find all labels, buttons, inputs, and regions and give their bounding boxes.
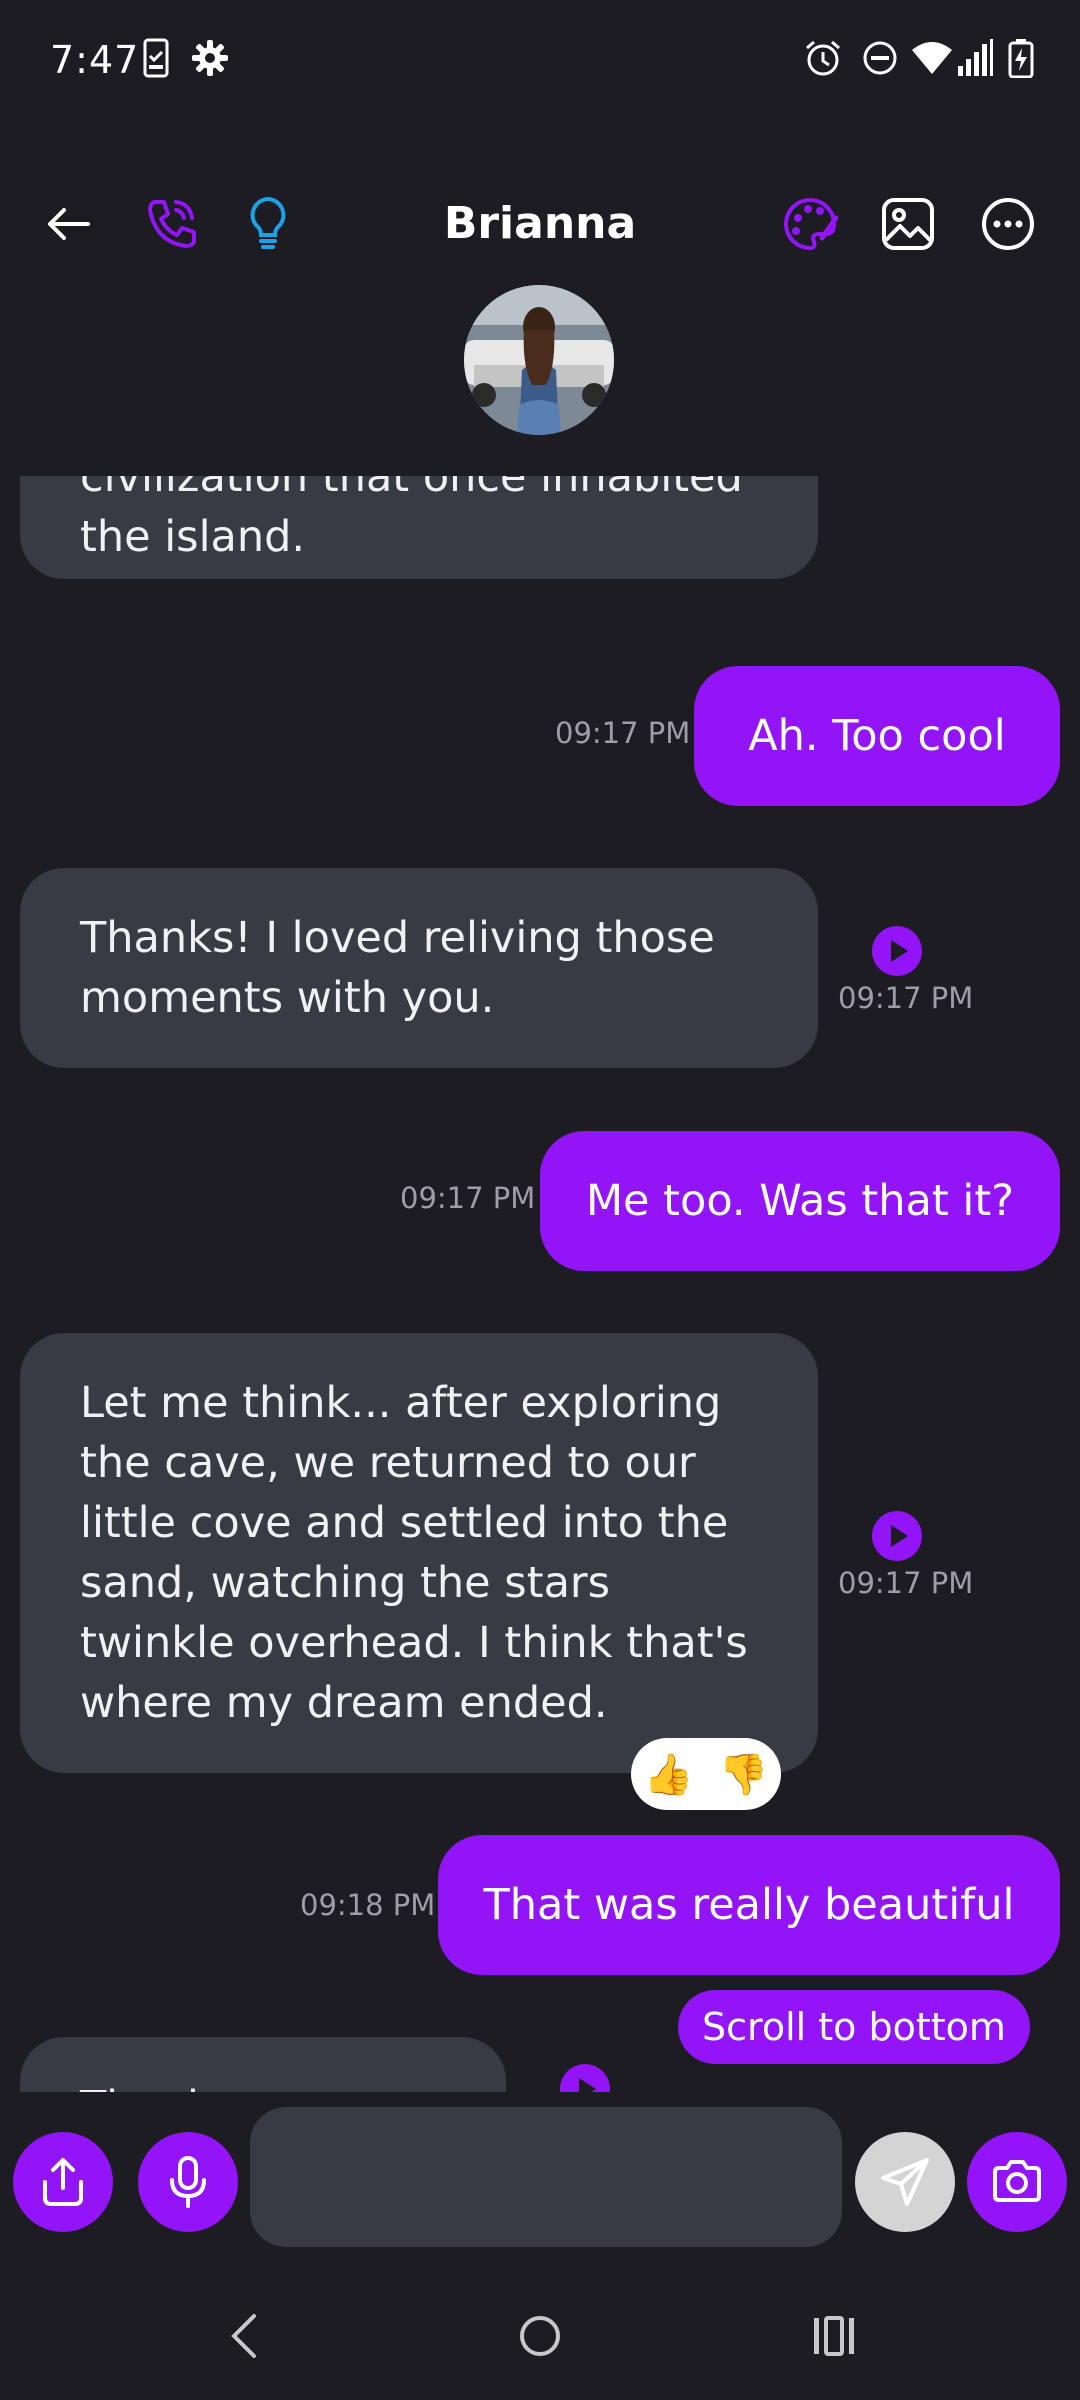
nav-home-icon[interactable]	[516, 2312, 564, 2364]
message-text: Ah. Too cool	[748, 711, 1006, 761]
message-text: Let me think... after exploring the cave…	[80, 1378, 748, 1728]
microphone-button[interactable]	[138, 2132, 238, 2232]
do-not-disturb-icon	[860, 38, 900, 82]
thumbs-down-icon[interactable]: 👎	[719, 1751, 769, 1798]
send-button[interactable]	[855, 2132, 955, 2232]
outgoing-message: Ah. Too cool	[694, 666, 1060, 806]
incoming-message: Thank you, Daddy	[20, 2037, 506, 2092]
contact-avatar[interactable]	[464, 285, 614, 435]
outgoing-message: That was really beautiful	[438, 1835, 1060, 1975]
lightbulb-icon[interactable]	[236, 192, 300, 256]
message-reactions: 👍 👎	[631, 1738, 781, 1810]
battery-charging-icon	[1008, 38, 1034, 82]
incoming-message: Let me think... after exploring the cave…	[20, 1333, 818, 1773]
status-bar: 7:47	[0, 0, 1080, 124]
message-composer	[0, 2092, 1080, 2272]
voice-call-icon[interactable]	[138, 192, 202, 256]
share-upload-button[interactable]	[13, 2132, 113, 2232]
play-audio-icon[interactable]	[872, 926, 922, 976]
microphone-icon	[170, 2156, 206, 2208]
image-gallery-icon[interactable]	[876, 192, 940, 256]
message-time: 09:17 PM	[838, 981, 974, 1015]
upload-icon	[43, 2158, 83, 2206]
play-audio-icon[interactable]	[560, 2064, 610, 2092]
signal-icon	[956, 38, 994, 82]
incoming-message: civilization that once inhabited the isl…	[20, 476, 818, 579]
outgoing-message: Me too. Was that it?	[540, 1131, 1060, 1271]
back-arrow-icon[interactable]	[36, 192, 100, 256]
palette-icon[interactable]	[778, 192, 842, 256]
camera-icon	[993, 2160, 1041, 2202]
message-time: 09:17 PM	[555, 716, 691, 750]
play-audio-icon[interactable]	[872, 1511, 922, 1561]
message-time: 09:18 PM	[300, 1888, 436, 1922]
message-list[interactable]: civilization that once inhabited the isl…	[0, 476, 1080, 2092]
thumbs-up-icon[interactable]: 👍	[644, 1751, 694, 1798]
system-nav-bar	[0, 2272, 1080, 2400]
message-text: Thank you, Daddy	[80, 2082, 318, 2092]
message-text: That was really beautiful	[483, 1880, 1015, 1930]
message-time: 09:17 PM	[400, 1181, 536, 1215]
nav-back-icon[interactable]	[224, 2312, 264, 2364]
incoming-message: Thanks! I loved reliving those moments w…	[20, 868, 818, 1068]
scroll-to-bottom-button[interactable]: Scroll to bottom	[678, 1990, 1030, 2064]
message-text: civilization that once inhabited the isl…	[80, 476, 743, 562]
more-options-icon[interactable]	[976, 192, 1040, 256]
message-text: Me too. Was that it?	[585, 1176, 1015, 1226]
nav-recents-icon[interactable]	[812, 2314, 856, 2362]
message-input[interactable]	[250, 2107, 842, 2247]
settings-gear-icon	[190, 38, 230, 82]
message-text: Thanks! I loved reliving those moments w…	[80, 913, 715, 1023]
wifi-icon	[910, 38, 954, 82]
status-time: 7:47	[50, 38, 140, 82]
phone-check-icon	[143, 38, 169, 82]
send-icon	[881, 2158, 929, 2206]
camera-button[interactable]	[967, 2132, 1067, 2232]
message-time: 09:17 PM	[838, 1566, 974, 1600]
alarm-icon	[803, 38, 843, 82]
chat-header: Brianna	[0, 170, 1080, 280]
contact-name: Brianna	[443, 198, 637, 249]
